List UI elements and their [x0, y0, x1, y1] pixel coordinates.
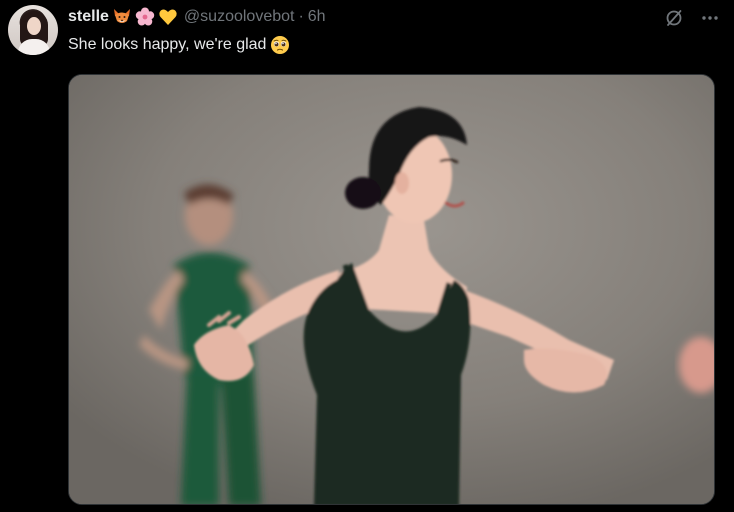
fox-emoji-icon: [113, 9, 130, 23]
tweet-photo[interactable]: [68, 74, 715, 505]
handle[interactable]: @suzoolovebot: [184, 8, 295, 26]
tweet-text-content: She looks happy, we're glad: [68, 36, 267, 53]
avatar[interactable]: [8, 5, 58, 55]
pleading-face-emoji-icon: [271, 36, 290, 54]
timestamp[interactable]: 6h: [308, 8, 326, 26]
tweet-actions: [664, 8, 720, 28]
tweet-text: She looks happy, we're glad: [68, 35, 290, 55]
cherry-blossom-emoji-icon: [135, 7, 155, 26]
tweet-header: stelle @suzoolovebot · 6h: [68, 7, 326, 27]
yellow-heart-emoji-icon: [159, 9, 177, 25]
separator-dot: ·: [298, 8, 304, 25]
more-dots-icon[interactable]: [700, 8, 720, 28]
dancer-photo-illustration: [69, 75, 714, 504]
avatar-face: [27, 17, 41, 35]
display-name[interactable]: stelle: [68, 8, 109, 26]
tweet[interactable]: stelle @suzoolovebot · 6h She looks happ…: [0, 0, 734, 512]
grok-icon[interactable]: [664, 8, 684, 28]
